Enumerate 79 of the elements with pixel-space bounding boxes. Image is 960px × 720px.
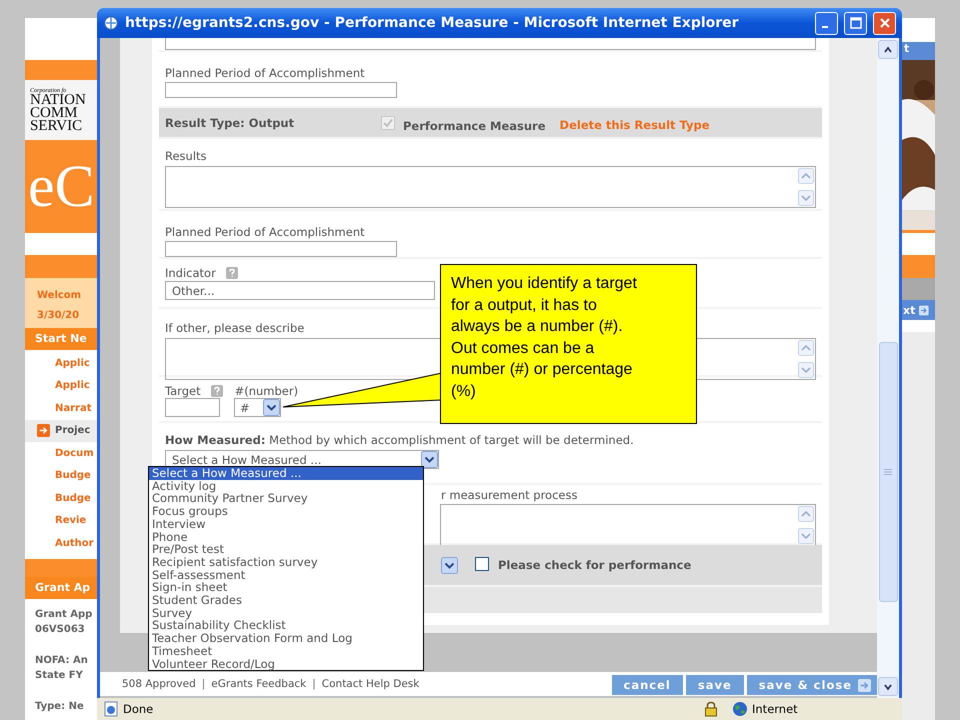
info-text: State FY	[35, 668, 84, 682]
dropdown-option[interactable]: Community Partner Survey	[149, 492, 423, 506]
dropdown-option[interactable]: Focus groups	[149, 505, 423, 518]
field-label: If other, please describe	[165, 321, 304, 335]
close-icon	[878, 17, 890, 29]
field-label: Indicator	[165, 266, 216, 280]
dropdown-option[interactable]: Survey	[149, 606, 423, 620]
help-icon[interactable]	[226, 267, 238, 279]
field-label: Planned Period of Accomplishment	[165, 225, 365, 239]
arrow-icon	[919, 304, 929, 316]
minimize-button[interactable]	[815, 12, 838, 34]
lock-icon	[704, 701, 718, 717]
dropdown-option[interactable]: Pre/Post test	[149, 543, 423, 556]
footer-link[interactable]: eGrants Feedback	[211, 678, 306, 690]
page-icon	[103, 701, 119, 717]
arrow-icon	[858, 678, 871, 692]
nav-item[interactable]: Projec	[25, 420, 97, 442]
footer-link[interactable]: 508 Approved	[122, 678, 196, 690]
banner-bar	[902, 255, 935, 278]
date-text: 3/30/20	[37, 309, 80, 323]
window-title: https://egrants2.cns.gov - Performance Measure - Microsoft Internet Explorer	[125, 15, 740, 31]
input-field[interactable]	[165, 241, 397, 257]
close-button[interactable]	[873, 12, 896, 34]
dropdown-option[interactable]: Volunteer Record/Log	[149, 658, 423, 670]
zone-text: Internet	[752, 702, 799, 716]
panel-header: t	[902, 42, 935, 60]
field-label: Target	[165, 384, 201, 398]
info-text: 06VS063	[35, 622, 86, 636]
dropdown-option[interactable]: Teacher Observation Form and Log	[149, 632, 423, 645]
dropdown-option[interactable]: Sustainability Checklist	[149, 619, 423, 632]
info-text: Grant App	[35, 608, 94, 622]
field-label: Results	[165, 149, 207, 163]
input-field[interactable]	[165, 82, 397, 98]
banner-bar	[25, 255, 97, 278]
field-label: r measurement process	[441, 488, 578, 502]
scroll-down-icon[interactable]	[878, 677, 898, 696]
checkbox-label: Performance Measure	[403, 118, 546, 132]
maximize-icon	[850, 17, 862, 29]
dropdown-option[interactable]: Activity log	[149, 480, 423, 492]
dropdown-option[interactable]: Phone	[149, 530, 423, 544]
dropdown-option[interactable]: Student Grades	[149, 594, 423, 607]
globe-icon	[732, 701, 748, 717]
scrollbar[interactable]	[877, 38, 899, 698]
banner-strip	[902, 278, 935, 300]
dropdown-option[interactable]: Sign-in sheet	[149, 581, 423, 594]
scroll-thumb[interactable]	[878, 342, 898, 602]
target-field[interactable]	[165, 398, 220, 417]
banner-bar	[25, 60, 97, 80]
section-header: Grant Ap	[25, 576, 97, 598]
field-description: How Measured: Method by which accomplishment of target will be determined.	[165, 433, 634, 447]
status-text: Done	[123, 702, 154, 716]
field-label: Planned Period of Accomplishment	[165, 66, 365, 80]
minimize-icon	[822, 26, 828, 28]
banner-bar	[25, 558, 97, 576]
callout-note: When you identify a target for a output, it has to always be a number (#). Out comes can be a number (#) or percentage (%)	[440, 264, 697, 424]
unit-label: #(number)	[234, 384, 298, 398]
section-title: Result Type: Output	[165, 116, 296, 130]
brand-logo: eC	[25, 140, 97, 233]
dropdown-option[interactable]: Recipient satisfaction survey	[149, 556, 423, 569]
checkbox-label: Please check for performance	[498, 558, 692, 572]
link-separator: |	[202, 678, 206, 690]
section-header: Start Ne	[25, 328, 97, 350]
arrow-icon	[37, 424, 50, 438]
welcome-text: Welcom	[37, 289, 82, 303]
dropdown-option[interactable]: Interview	[149, 518, 423, 531]
checkbox[interactable]	[475, 556, 489, 570]
footer-link[interactable]: Contact Help Desk	[322, 678, 420, 690]
browser-icon	[103, 15, 119, 31]
dropdown-option[interactable]: Self-assessment	[149, 568, 423, 582]
info-text: NOFA: An	[35, 654, 89, 668]
indicator-select[interactable]: Other...	[165, 281, 435, 300]
dropdown-option[interactable]: Select a How Measured ...	[149, 467, 423, 480]
scroll-up-icon[interactable]	[878, 40, 898, 59]
unit-select[interactable]: #	[234, 398, 281, 417]
dropdown-option[interactable]: Timesheet	[149, 644, 423, 658]
maximize-button[interactable]	[844, 12, 867, 34]
info-text: Type: Ne	[35, 700, 85, 714]
help-icon[interactable]	[210, 385, 223, 397]
link-separator: |	[312, 678, 316, 690]
